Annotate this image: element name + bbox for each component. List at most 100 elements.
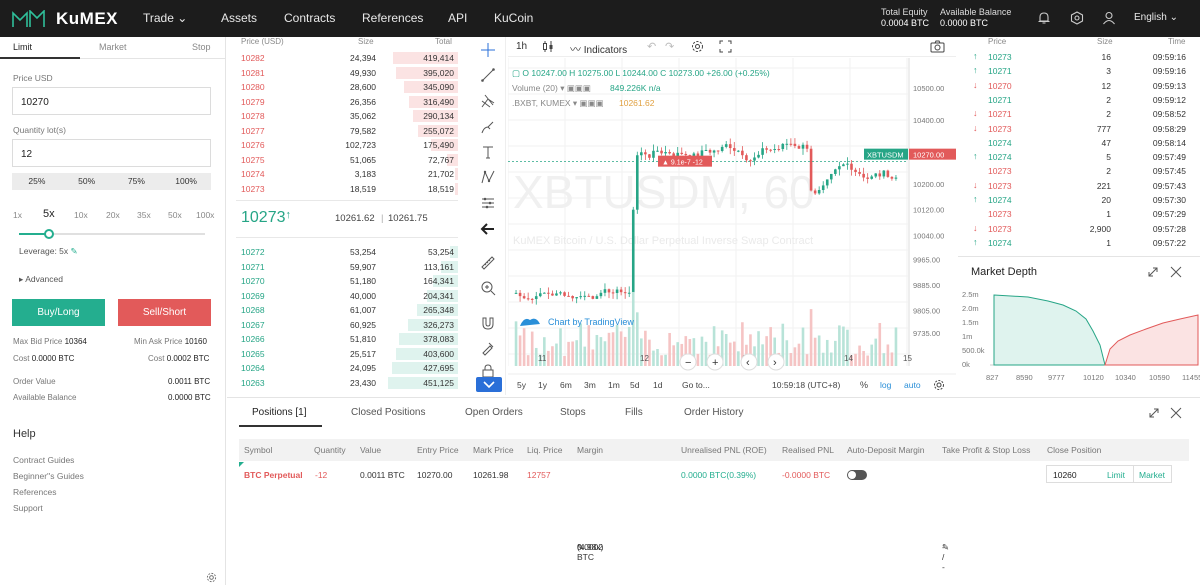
range-1y[interactable]: 1y bbox=[538, 380, 548, 390]
position-symbol[interactable]: BTC Perpetual bbox=[244, 470, 303, 480]
ask-row[interactable]: 10276 102,723 175,490 bbox=[236, 138, 458, 152]
goto-button[interactable]: Go to... bbox=[682, 380, 710, 390]
camera-icon[interactable] bbox=[930, 40, 945, 53]
candle-type-icon[interactable] bbox=[542, 40, 554, 53]
range-5y[interactable]: 5y bbox=[517, 380, 527, 390]
fullscreen-icon[interactable] bbox=[719, 40, 732, 53]
pct-75-button[interactable]: 75% bbox=[112, 173, 162, 190]
ask-row[interactable]: 10282 24,394 419,414 bbox=[236, 51, 458, 65]
range-6m[interactable]: 6m bbox=[560, 380, 572, 390]
chart-settings-icon[interactable] bbox=[691, 40, 704, 53]
bid-row[interactable]: 10271 59,907 113,161 bbox=[236, 260, 458, 274]
edit-icon[interactable]: ✎ bbox=[942, 542, 949, 553]
indicators-button[interactable]: 〰 Indicators bbox=[570, 41, 627, 57]
expand-icon[interactable] bbox=[1147, 266, 1159, 278]
range-3m[interactable]: 3m bbox=[584, 380, 596, 390]
auto-deposit-toggle[interactable] bbox=[847, 470, 867, 480]
tab-positions[interactable]: Positions [1] bbox=[252, 407, 306, 418]
bid-row[interactable]: 10267 60,925 326,273 bbox=[236, 318, 458, 332]
auto-scale-toggle[interactable]: auto bbox=[904, 380, 921, 390]
leverage-50x[interactable]: 50x bbox=[168, 210, 182, 220]
tab-open-orders[interactable]: Open Orders bbox=[465, 407, 523, 418]
expand-icon[interactable] bbox=[1148, 407, 1160, 419]
range-1m[interactable]: 1m bbox=[608, 380, 620, 390]
language-select[interactable]: English ⌄ bbox=[1134, 12, 1178, 23]
edit-icon[interactable]: ✎ bbox=[71, 246, 78, 256]
shield-settings-icon[interactable] bbox=[1070, 11, 1084, 25]
nav-kucoin[interactable]: KuCoin bbox=[494, 11, 533, 25]
ask-row[interactable]: 10278 35,062 290,134 bbox=[236, 109, 458, 123]
buy-long-button[interactable]: Buy/Long bbox=[12, 299, 105, 326]
candle-body bbox=[551, 293, 554, 296]
interval-1h[interactable]: 1h bbox=[516, 41, 527, 52]
nav-contracts[interactable]: Contracts bbox=[284, 11, 335, 25]
nav-trade[interactable]: Trade ⌄ bbox=[143, 11, 187, 25]
nav-references[interactable]: References bbox=[362, 11, 423, 25]
ask-row[interactable]: 10275 51,065 72,767 bbox=[236, 153, 458, 167]
ask-row[interactable]: 10279 26,356 316,490 bbox=[236, 95, 458, 109]
tradingview-credit[interactable]: Chart by TradingView bbox=[548, 317, 634, 327]
tab-order-history[interactable]: Order History bbox=[684, 407, 743, 418]
trade-row: ↓ 10273 777 09:58:29 bbox=[958, 122, 1198, 136]
tab-limit[interactable]: Limit bbox=[13, 42, 32, 52]
leverage-slider-handle[interactable] bbox=[44, 229, 54, 239]
leverage-35x[interactable]: 35x bbox=[137, 210, 151, 220]
advanced-toggle[interactable]: ▸ Advanced bbox=[19, 274, 63, 285]
tab-market[interactable]: Market bbox=[99, 42, 127, 52]
bid-row[interactable]: 10263 23,430 451,125 bbox=[236, 376, 458, 390]
ask-row[interactable]: 10273 18,519 18,519 bbox=[236, 182, 458, 196]
gear-icon[interactable] bbox=[206, 572, 217, 583]
bid-row[interactable]: 10272 53,254 53,254 bbox=[236, 245, 458, 259]
logo[interactable]: KuMEX bbox=[12, 9, 118, 29]
nav-api[interactable]: API bbox=[448, 11, 467, 25]
range-1d[interactable]: 1d bbox=[653, 380, 663, 390]
log-scale-toggle[interactable]: log bbox=[880, 380, 892, 390]
bid-row[interactable]: 10264 24,095 427,695 bbox=[236, 361, 458, 375]
pct-25-button[interactable]: 25% bbox=[12, 173, 62, 190]
bid-row[interactable]: 10266 51,810 378,083 bbox=[236, 332, 458, 346]
close-price-input[interactable]: 10260 bbox=[1053, 470, 1077, 480]
user-icon[interactable] bbox=[1102, 11, 1116, 25]
close-icon[interactable] bbox=[1170, 266, 1182, 278]
percent-scale-toggle[interactable]: % bbox=[860, 380, 868, 390]
help-support[interactable]: Support bbox=[13, 503, 43, 513]
undo-icon[interactable]: ↶ bbox=[647, 40, 656, 53]
trade-time: 09:58:29 bbox=[1152, 123, 1186, 134]
tab-fills[interactable]: Fills bbox=[625, 407, 643, 418]
leverage-10x[interactable]: 10x bbox=[74, 210, 88, 220]
leverage-5x[interactable]: 5x bbox=[43, 208, 55, 220]
bid-row[interactable]: 10269 40,000 204,341 bbox=[236, 289, 458, 303]
close-market-button[interactable]: Market bbox=[1139, 470, 1165, 480]
candlestick-chart[interactable]: XBTUSDM, 60 KuMEX Bitcoin / U.S. Dollar P… bbox=[508, 58, 956, 395]
sell-short-button[interactable]: Sell/Short bbox=[118, 299, 211, 326]
nav-assets[interactable]: Assets bbox=[221, 11, 257, 25]
leverage-100x[interactable]: 100x bbox=[196, 210, 214, 220]
leverage-1x[interactable]: 1x bbox=[13, 210, 22, 220]
gear-icon[interactable] bbox=[934, 380, 944, 390]
ask-row[interactable]: 10277 79,582 255,072 bbox=[236, 124, 458, 138]
help-references[interactable]: References bbox=[13, 487, 56, 497]
help-contract-guides[interactable]: Contract Guides bbox=[13, 455, 74, 465]
leverage-20x[interactable]: 20x bbox=[106, 210, 120, 220]
ask-row[interactable]: 10281 49,930 395,020 bbox=[236, 66, 458, 80]
bid-row[interactable]: 10268 61,007 265,348 bbox=[236, 303, 458, 317]
bid-row[interactable]: 10265 25,517 403,600 bbox=[236, 347, 458, 361]
pct-50-button[interactable]: 50% bbox=[62, 173, 112, 190]
ask-row[interactable]: 10280 28,600 345,090 bbox=[236, 80, 458, 94]
tab-stops[interactable]: Stops bbox=[560, 407, 586, 418]
bid-row[interactable]: 10270 51,180 164,341 bbox=[236, 274, 458, 288]
quantity-input[interactable]: 12 bbox=[12, 139, 211, 167]
close-limit-button[interactable]: Limit bbox=[1107, 470, 1125, 480]
edit-icon[interactable]: ✎ bbox=[577, 542, 584, 553]
ask-row[interactable]: 10274 3,183 21,702 bbox=[236, 167, 458, 181]
tab-stop[interactable]: Stop bbox=[192, 42, 211, 52]
bell-icon[interactable] bbox=[1037, 11, 1051, 25]
redo-icon[interactable]: ↷ bbox=[665, 40, 674, 53]
close-icon[interactable] bbox=[1170, 407, 1182, 419]
pct-100-button[interactable]: 100% bbox=[161, 173, 211, 190]
tab-closed-positions[interactable]: Closed Positions bbox=[351, 407, 425, 418]
help-title: Help bbox=[13, 428, 36, 440]
price-input[interactable]: 10270 bbox=[12, 87, 211, 115]
help-beginners-guides[interactable]: Beginner''s Guides bbox=[13, 471, 84, 481]
range-5d[interactable]: 5d bbox=[630, 380, 640, 390]
